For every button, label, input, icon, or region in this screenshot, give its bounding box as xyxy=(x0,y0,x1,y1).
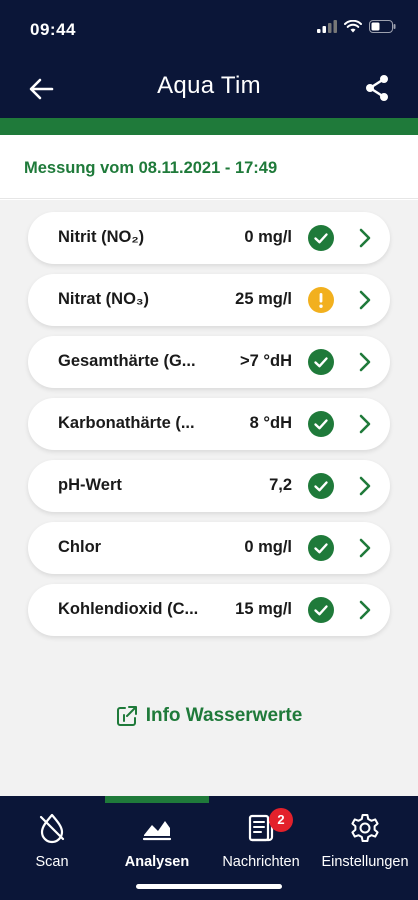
status-indicators xyxy=(317,20,396,33)
check-icon xyxy=(308,411,334,437)
result-value: 25 mg/l xyxy=(235,290,292,308)
results-area: Nitrit (NO₂) 0 mg/l Nitrat (NO₃) 25 mg/l… xyxy=(0,200,418,796)
info-wasserwerte-link[interactable]: Info Wasserwerte xyxy=(0,705,418,727)
tab-label: Einstellungen xyxy=(321,854,409,870)
tab-label: Analysen xyxy=(124,854,190,870)
status-time: 09:44 xyxy=(30,20,76,39)
result-label: Kohlendioxid (C... xyxy=(58,600,199,618)
check-icon xyxy=(308,349,334,375)
result-label: Nitrit (NO₂) xyxy=(58,228,145,246)
result-row-karbonathaerte[interactable]: Karbonathärte (... 8 °dH xyxy=(28,398,390,450)
result-value: 15 mg/l xyxy=(235,600,292,618)
result-label: pH-Wert xyxy=(58,476,122,494)
home-indicator[interactable] xyxy=(136,884,282,889)
result-label: Gesamthärte (G... xyxy=(58,352,196,370)
tab-nachrichten[interactable]: 2 Nachrichten xyxy=(209,808,313,870)
chevron-right-icon xyxy=(359,538,371,558)
result-label: Karbonathärte (... xyxy=(58,414,195,432)
chart-icon xyxy=(142,821,172,841)
chevron-right-icon xyxy=(359,228,371,248)
result-label: Nitrat (NO₃) xyxy=(58,290,150,308)
page-title: Aqua Tim xyxy=(157,72,261,99)
chevron-right-icon xyxy=(359,290,371,310)
measurement-date: Messung vom 08.11.2021 - 17:49 xyxy=(24,159,278,177)
result-row-nitrat[interactable]: Nitrat (NO₃) 25 mg/l xyxy=(28,274,390,326)
result-value: 7,2 xyxy=(269,476,292,494)
accent-bar xyxy=(0,118,418,135)
result-value: 0 mg/l xyxy=(244,538,292,556)
info-link-label: Info Wasserwerte xyxy=(145,705,303,726)
wifi-icon xyxy=(344,20,362,33)
tab-label: Scan xyxy=(35,854,69,870)
result-row-kohlendioxid[interactable]: Kohlendioxid (C... 15 mg/l xyxy=(28,584,390,636)
check-icon xyxy=(308,535,334,561)
chevron-right-icon xyxy=(359,414,371,434)
tab-analysen[interactable]: Analysen xyxy=(105,812,209,870)
external-link-icon xyxy=(116,706,137,726)
chevron-right-icon xyxy=(359,476,371,496)
result-label: Chlor xyxy=(58,538,102,556)
check-icon xyxy=(308,473,334,499)
share-icon[interactable] xyxy=(364,74,390,102)
result-row-gesamthaerte[interactable]: Gesamthärte (G... >7 °dH xyxy=(28,336,390,388)
signal-icon xyxy=(317,20,337,33)
chevron-right-icon xyxy=(359,352,371,372)
result-row-ph-wert[interactable]: pH-Wert 7,2 xyxy=(28,460,390,512)
result-row-chlor[interactable]: Chlor 0 mg/l xyxy=(28,522,390,574)
tab-einstellungen[interactable]: Einstellungen xyxy=(313,812,417,870)
tab-label: Nachrichten xyxy=(222,854,300,870)
chevron-right-icon xyxy=(359,600,371,620)
check-icon xyxy=(308,597,334,623)
tab-scan[interactable]: Scan xyxy=(0,812,104,870)
result-value: 8 °dH xyxy=(249,414,292,432)
active-tab-indicator xyxy=(105,796,209,803)
warning-icon xyxy=(308,287,334,313)
measurement-header: Messung vom 08.11.2021 - 17:49 xyxy=(0,135,418,199)
gear-icon xyxy=(351,814,379,842)
battery-icon xyxy=(369,20,396,33)
result-value: 0 mg/l xyxy=(244,228,292,246)
check-icon xyxy=(308,225,334,251)
result-row-nitrit[interactable]: Nitrit (NO₂) 0 mg/l xyxy=(28,212,390,264)
app-header: 09:44 Aqua Tim xyxy=(0,0,418,118)
drop-icon xyxy=(39,813,65,844)
result-value: >7 °dH xyxy=(240,352,292,370)
notification-badge: 2 xyxy=(269,808,293,832)
